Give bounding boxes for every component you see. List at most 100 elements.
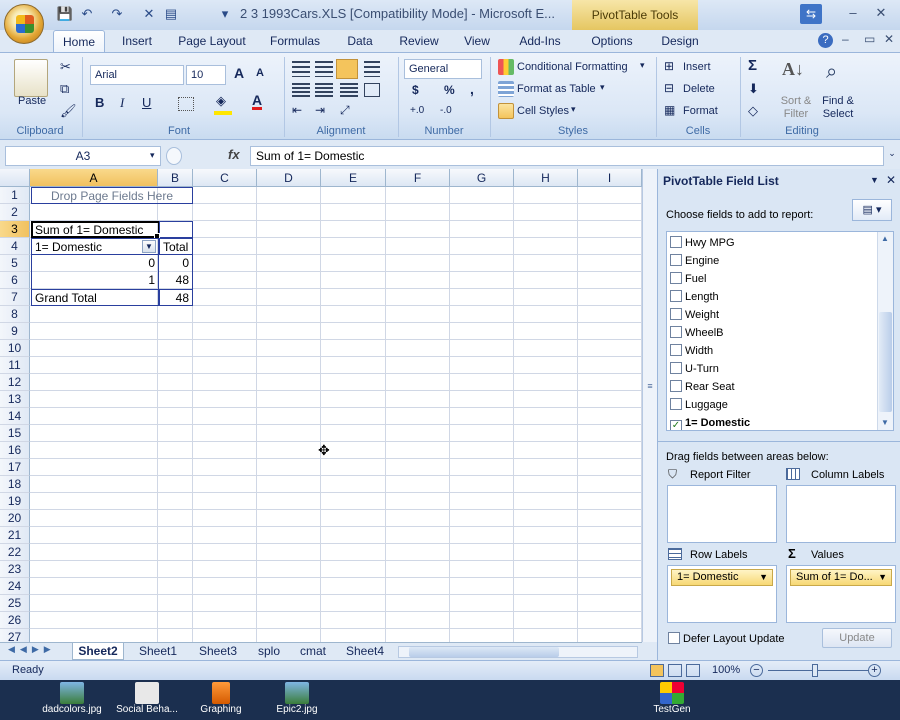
row-header-23[interactable]: 23 — [0, 561, 30, 578]
orientation-icon[interactable]: ⤢ — [340, 103, 350, 118]
field-list-scrollbar[interactable]: ▲ ▼ — [877, 232, 893, 430]
font-size-select[interactable]: 10 — [186, 65, 226, 85]
field-checkbox[interactable] — [670, 344, 682, 356]
percent-button[interactable]: % — [444, 83, 455, 97]
copy-icon[interactable]: ⧉ — [60, 81, 69, 97]
field-item[interactable]: Width — [670, 342, 713, 360]
field-checkbox[interactable] — [670, 308, 682, 320]
align-center-icon[interactable] — [315, 83, 333, 97]
chevron-down-icon[interactable]: ▼ — [759, 570, 768, 585]
save-icon[interactable]: 💾 — [56, 5, 74, 23]
row-header-16[interactable]: 16 — [0, 442, 30, 459]
formula-input[interactable]: Sum of 1= Domestic — [250, 146, 884, 166]
field-item[interactable]: Hwy MPG — [670, 234, 735, 252]
field-item[interactable]: Engine — [670, 252, 719, 270]
bold-button[interactable]: B — [95, 95, 104, 110]
zoom-in-icon[interactable]: + — [868, 664, 881, 677]
column-header-e[interactable]: E — [321, 169, 386, 187]
values-field-chip[interactable]: Sum of 1= Do... ▼ — [790, 569, 892, 586]
name-box[interactable]: A3 — [5, 146, 161, 166]
decrease-indent-icon[interactable]: ⇤ — [292, 103, 302, 117]
format-painter-icon[interactable]: 🖌 — [60, 103, 77, 119]
chevron-down-icon[interactable]: ▼ — [878, 570, 887, 585]
scroll-down-icon[interactable]: ▼ — [881, 418, 889, 427]
tab-page-layout[interactable]: Page Layout — [172, 30, 252, 52]
sheet-tab-sheet2[interactable]: Sheet2 — [72, 643, 124, 660]
merge-center-icon[interactable] — [364, 83, 380, 97]
shrink-font-button[interactable]: A — [256, 67, 264, 79]
find-select-button[interactable]: Find & — [818, 95, 858, 107]
paste-button[interactable]: Paste — [18, 95, 46, 107]
zoom-slider-thumb[interactable] — [812, 664, 818, 677]
row-header-8[interactable]: 8 — [0, 306, 30, 323]
column-header-d[interactable]: D — [257, 169, 321, 187]
column-header-c[interactable]: C — [193, 169, 257, 187]
tab-design[interactable]: Design — [652, 30, 708, 52]
field-checkbox[interactable] — [670, 272, 682, 284]
row-header-7[interactable]: 7 — [0, 289, 30, 306]
row-header-25[interactable]: 25 — [0, 595, 30, 612]
tab-options[interactable]: Options — [584, 30, 640, 52]
help-icon[interactable]: ? — [818, 33, 833, 48]
row-header-1[interactable]: 1 — [0, 187, 30, 204]
fill-icon[interactable]: ⬇ — [748, 81, 759, 97]
row-header-6[interactable]: 6 — [0, 272, 30, 289]
delete-cells-button[interactable]: Delete — [683, 83, 715, 95]
scroll-up-icon[interactable]: ▲ — [881, 234, 889, 243]
increase-decimal-button[interactable]: +.0 — [410, 105, 424, 116]
borders-icon[interactable] — [178, 97, 194, 111]
autosum-button[interactable]: Σ — [748, 57, 757, 74]
align-middle-icon[interactable] — [315, 61, 333, 77]
taskbar-item-testgen[interactable]: TestGen — [644, 680, 700, 720]
ribbon-close-icon[interactable]: ✕ — [884, 32, 894, 46]
page-layout-view-icon[interactable] — [668, 664, 682, 677]
ribbon-restore-icon[interactable]: ▭ — [864, 32, 875, 46]
cell-b6[interactable]: 48 — [159, 272, 193, 289]
column-labels-area[interactable] — [786, 485, 896, 543]
sheet-tab-cmat[interactable]: cmat — [294, 643, 332, 660]
field-item[interactable]: Fuel — [670, 270, 706, 288]
redo-icon[interactable]: ↷ — [108, 5, 126, 23]
format-cells-button[interactable]: Format — [683, 105, 718, 117]
row-header-17[interactable]: 17 — [0, 459, 30, 476]
page-fields-drop-zone[interactable]: Drop Page Fields Here — [31, 187, 193, 204]
scroll-grip-icon[interactable]: ≡ — [645, 381, 655, 395]
horizontal-scrollbar[interactable] — [398, 646, 638, 658]
row-header-4[interactable]: 4 — [0, 238, 30, 255]
field-list[interactable]: Hwy MPG Engine Fuel Length Weight WheelB Width… — [666, 231, 894, 431]
fill-color-icon[interactable] — [214, 111, 232, 115]
formula-bar-handle[interactable] — [166, 147, 182, 165]
field-item[interactable]: WheelB — [670, 324, 724, 342]
field-checkbox[interactable] — [670, 380, 682, 392]
insert-cells-button[interactable]: Insert — [683, 61, 711, 73]
taskbar-item-graphing[interactable]: Graphing — [192, 680, 250, 720]
close-x-icon[interactable]: ✕ — [140, 5, 158, 23]
minimize-icon[interactable]: – — [842, 4, 864, 22]
sort-filter-button[interactable]: Sort & — [778, 95, 814, 107]
font-color-button[interactable]: A — [252, 93, 263, 110]
tab-formulas[interactable]: Formulas — [262, 30, 328, 52]
find-select-button-line2[interactable]: Select — [818, 108, 858, 120]
row-header-24[interactable]: 24 — [0, 578, 30, 595]
taskbar-item-epic2[interactable]: Epic2.jpg — [268, 680, 326, 720]
cell-b4-total-label[interactable]: Total — [159, 238, 193, 255]
row-field-chip[interactable]: 1= Domestic ▼ — [671, 569, 773, 586]
column-header-b[interactable]: B — [158, 169, 193, 187]
row-header-5[interactable]: 5 — [0, 255, 30, 272]
zoom-out-icon[interactable]: − — [750, 664, 763, 677]
row-header-19[interactable]: 19 — [0, 493, 30, 510]
italic-button[interactable]: I — [120, 95, 124, 111]
row-header-26[interactable]: 26 — [0, 612, 30, 629]
row-header-22[interactable]: 22 — [0, 544, 30, 561]
defer-layout-checkbox[interactable]: Defer Layout Update — [668, 632, 785, 645]
page-break-view-icon[interactable] — [686, 664, 700, 677]
row-header-2[interactable]: 2 — [0, 204, 30, 221]
field-checkbox[interactable] — [670, 362, 682, 374]
column-header-a[interactable]: A — [30, 169, 158, 187]
filter-dropdown-icon[interactable]: ▼ — [142, 240, 156, 253]
conditional-formatting-button[interactable]: Conditional Formatting — [517, 61, 628, 73]
paint-bucket-icon[interactable]: ◈ — [216, 93, 226, 109]
tab-review[interactable]: Review — [392, 30, 446, 52]
field-item[interactable]: Length — [670, 288, 719, 306]
tab-home[interactable]: Home — [53, 30, 105, 52]
